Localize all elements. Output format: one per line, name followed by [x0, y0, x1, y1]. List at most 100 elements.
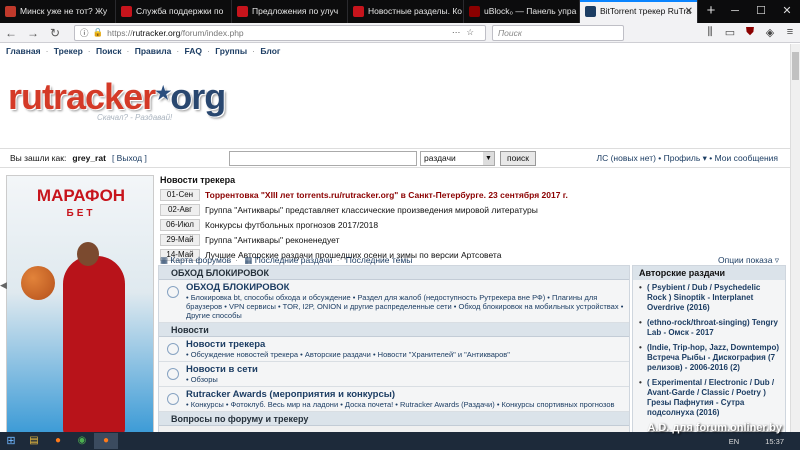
forum-map-link[interactable]: Карта форумов: [170, 255, 231, 265]
search-input[interactable]: Поиск: [492, 24, 624, 41]
site-logo[interactable]: rutracker★org: [8, 76, 226, 118]
page-content: Главная · Трекер · Поиск · Правила · FAQ · Гр…: [0, 44, 790, 436]
browser-tab[interactable]: uBlock₀ — Панель упра: [464, 0, 580, 23]
back-icon[interactable]: ←: [0, 26, 22, 40]
news-date: 01-Сен: [160, 189, 200, 201]
category-header[interactable]: Вопросы по форуму и трекеру: [159, 412, 629, 426]
username[interactable]: grey_rat: [72, 153, 106, 163]
language-indicator[interactable]: EN: [729, 437, 739, 446]
forum-row: ОБХОД БЛОКИРОВОК • Блокировка bt, способ…: [159, 280, 629, 323]
reload-icon[interactable]: ↻: [44, 26, 66, 40]
browser-tab-active[interactable]: BitTorrent трекер RuTra ✕: [580, 0, 698, 23]
forum-status-icon: [167, 286, 179, 298]
panel-title: Авторские раздачи: [633, 266, 785, 280]
tab-close-icon[interactable]: ✕: [685, 0, 693, 23]
sidebar-icon[interactable]: ▭: [720, 26, 740, 39]
scrollbar-thumb[interactable]: [792, 52, 799, 80]
subforum-links[interactable]: • Блокировка bt, способы обхода и обсужд…: [186, 293, 625, 320]
url-path: /forum/index.php: [180, 27, 244, 38]
tab-favicon-icon: [237, 6, 248, 17]
ad-banner[interactable]: МАРАФОН БЕТ: [6, 175, 154, 436]
minimize-icon[interactable]: ─: [722, 0, 748, 22]
ublock-icon[interactable]: ⛊: [740, 26, 760, 39]
logo-slogan: Скачал? - Раздавай!: [97, 113, 173, 122]
forward-icon[interactable]: →: [22, 26, 44, 40]
firefox-icon[interactable]: ●: [46, 433, 70, 449]
url-action-icons[interactable]: ⋯☆: [452, 27, 480, 38]
forum-row: Новости трекера • Обсуждение новостей тр…: [159, 337, 629, 362]
new-tab-button[interactable]: +: [698, 0, 724, 23]
search-scope-select[interactable]: раздачи ▼: [420, 151, 495, 166]
tab-title: Минск уже не тот? Жу: [20, 6, 108, 16]
forum-title[interactable]: Новости в сети: [186, 364, 625, 375]
collapse-arrow-icon[interactable]: ◀: [0, 280, 7, 294]
player-head-image: [77, 242, 99, 266]
menu-search[interactable]: Поиск: [96, 46, 122, 56]
subforum-links[interactable]: • Обсуждение новостей трекера • Авторски…: [186, 350, 625, 359]
browser-tab[interactable]: Новостные разделы. Ко: [348, 0, 464, 23]
category-header[interactable]: Новости: [159, 323, 629, 337]
release-link[interactable]: ( Experimental / Electronic / Dub / Avan…: [633, 378, 785, 418]
maximize-icon[interactable]: ☐: [748, 0, 774, 22]
url-domain: rutracker.org: [132, 27, 181, 38]
menu-rules[interactable]: Правила: [135, 46, 172, 56]
clock[interactable]: 15:37: [765, 437, 784, 446]
subforum-links[interactable]: • Конкурсы • Фотоклуб. Весь мир на ладон…: [186, 400, 625, 409]
browser-tab[interactable]: Предложения по улуч: [232, 0, 348, 23]
browser-tab[interactable]: Служба поддержки по: [116, 0, 232, 23]
lock-icon[interactable]: 🔒: [93, 27, 104, 38]
navigation-bar: ← → ↻ ⓘ 🔒 https://rutracker.org/forum/in…: [0, 23, 800, 43]
player-image: [63, 256, 125, 435]
latest-topics-link[interactable]: Последние темы: [346, 255, 413, 265]
search-button[interactable]: поиск: [500, 151, 536, 166]
ad-brand: МАРАФОН: [36, 186, 126, 205]
menu-groups[interactable]: Группы: [215, 46, 247, 56]
tab-favicon-icon: [121, 6, 132, 17]
release-link[interactable]: (ethno-rock/throat-singing) Tengry Lab -…: [633, 318, 785, 338]
firefox-active-icon[interactable]: ●: [94, 433, 118, 449]
news-date: 02-Авг: [160, 204, 200, 216]
forum-title[interactable]: ОБХОД БЛОКИРОВОК: [186, 282, 625, 293]
menu-faq[interactable]: FAQ: [185, 46, 202, 56]
logout-link[interactable]: [ Выход ]: [112, 153, 147, 163]
forum-title[interactable]: Новости трекера: [186, 339, 625, 350]
window-close-icon[interactable]: ✕: [774, 0, 800, 22]
news-link[interactable]: Группа "Антиквары" представляет классиче…: [205, 205, 538, 215]
tracker-news: Новости трекера 01-Сен Торрентовка "XIII …: [160, 175, 630, 263]
chevron-down-icon: ▼: [483, 152, 494, 165]
menu-blog[interactable]: Блог: [260, 46, 280, 56]
tab-title: Предложения по улуч: [252, 6, 339, 16]
news-row: 01-Сен Торрентовка "XIII лет torrents.ru/…: [160, 188, 630, 202]
category-header[interactable]: ОБХОД БЛОКИРОВОК: [159, 266, 629, 280]
library-icon[interactable]: ⫼: [700, 26, 720, 39]
tracker-search-input[interactable]: [229, 151, 417, 166]
tab-title: Новостные разделы. Ко: [368, 6, 462, 16]
subforum-links[interactable]: • Обзоры: [186, 375, 625, 384]
release-link[interactable]: (Indie, Trip-hop, Jazz, Downtempo) Встре…: [633, 343, 785, 373]
browser-tab[interactable]: Минск уже не тот? Жу: [0, 0, 116, 23]
news-link[interactable]: Торрентовка "XIII лет torrents.ru/rutrac…: [205, 190, 568, 200]
star-icon: ★: [155, 83, 171, 103]
menu-tracker[interactable]: Трекер: [54, 46, 83, 56]
news-date: 06-Июл: [160, 219, 200, 231]
info-icon[interactable]: ⓘ: [80, 27, 89, 39]
menu-home[interactable]: Главная: [6, 46, 41, 56]
extension-icon[interactable]: ◈: [760, 26, 780, 39]
latest-releases-link[interactable]: Последние раздачи: [255, 255, 333, 265]
release-link[interactable]: ( Psybient / Dub / Psychedelic Rock ) Si…: [633, 283, 785, 313]
chrome-icon[interactable]: ◉: [70, 433, 94, 449]
news-link[interactable]: Конкурсы футбольных прогнозов 2017/2018: [205, 220, 378, 230]
windows-start-icon[interactable]: ⊞: [0, 432, 22, 450]
user-links[interactable]: ЛС (новых нет) • Профиль ▾ • Мои сообщен…: [596, 153, 778, 164]
author-releases-panel: Авторские раздачи ( Psybient / Dub / Psy…: [632, 265, 786, 436]
forum-status-icon: [167, 343, 179, 355]
news-link[interactable]: Группа "Антиквары" реконенедует: [205, 235, 340, 245]
news-row: 06-Июл Конкурсы футбольных прогнозов 2017…: [160, 218, 630, 232]
explorer-icon[interactable]: ▤: [22, 433, 46, 449]
forum-title[interactable]: Rutracker Awards (мероприятия и конкурсы…: [186, 389, 625, 400]
url-bar[interactable]: ⓘ 🔒 https://rutracker.org/forum/index.ph…: [74, 24, 486, 41]
menu-icon[interactable]: ≡: [780, 26, 800, 39]
forum-list: ОБХОД БЛОКИРОВОК ОБХОД БЛОКИРОВОК • Блок…: [158, 265, 630, 436]
tab-title: uBlock₀ — Панель упра: [484, 6, 577, 16]
vertical-scrollbar[interactable]: [790, 44, 800, 436]
